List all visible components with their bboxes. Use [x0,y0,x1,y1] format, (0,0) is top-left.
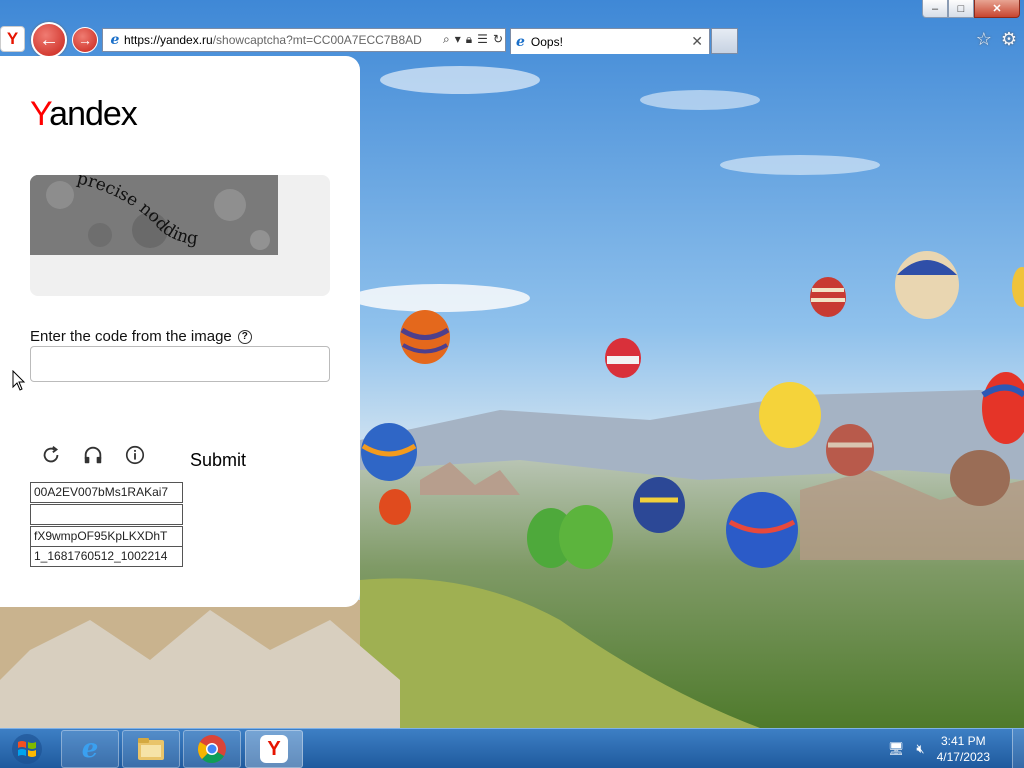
windows-taskbar: e Y 🖥︎ 🔇︎ 3:41 PM 4/17/2023 [0,728,1024,768]
minimize-button[interactable]: – [922,0,948,18]
volume-muted-icon[interactable]: 🔇︎ [916,741,924,757]
taskbar-internet-explorer[interactable]: e [61,730,119,768]
start-button[interactable] [4,731,50,767]
favorites-star-icon[interactable]: ☆ [976,29,992,50]
ie-page-icon: e [110,32,120,48]
clock-date: 4/17/2023 [936,750,990,764]
forward-button[interactable]: → [72,27,98,53]
captcha-container: precise nodding [30,175,330,296]
taskbar-yandex-browser[interactable]: Y [245,730,303,768]
hidden-token-field-3[interactable]: fX9wmpOF95KpLKXDhT [30,526,183,547]
browser-toolbar: Y ← → e https://yandex.ru/showcaptcha?mt… [0,0,1024,58]
maximize-button[interactable]: □ [948,0,974,18]
yandex-favicon-button[interactable]: Y [0,26,25,52]
taskbar-chrome[interactable] [183,730,241,768]
yandex-logo: Yandex [30,95,138,133]
clock[interactable]: 3:41 PM 4/17/2023 [937,733,990,765]
network-icon[interactable]: 🖥︎ [888,741,905,757]
taskbar-file-explorer[interactable] [122,730,180,768]
headphones-icon [84,446,102,464]
ie-tab-icon: e [516,33,525,50]
refresh-icon [43,446,59,463]
compatibility-view-icon[interactable]: ☰ [477,32,488,47]
toolbar-icons: ☆ ⚙ [976,29,1017,50]
yandex-browser-icon: Y [260,735,288,763]
captcha-card: Yandex precise nodding Enter the code fr… [0,56,360,607]
arrow-right-icon: → [78,32,92,48]
hidden-token-field-4[interactable]: 1_1681760512_1002214 [30,546,183,567]
system-tray: 🖥︎ 🔇︎ 3:41 PM 4/17/2023 [888,729,1024,768]
windows-logo-icon [12,734,42,764]
refresh-icon[interactable]: ↻ [493,32,503,47]
info-icon [125,445,145,465]
settings-gear-icon[interactable]: ⚙ [1001,29,1017,50]
dropdown-arrow-icon[interactable]: ▾ [455,32,461,47]
mouse-cursor-icon [12,370,26,391]
input-label: Enter the code from the image? [30,328,252,345]
hidden-token-field-2[interactable] [30,504,183,525]
search-icon[interactable]: ⌕ [443,32,450,47]
chrome-icon [198,735,226,764]
url-path: /showcaptcha?mt=CC00A7ECC7B8AD [212,33,422,47]
hidden-token-field-1[interactable]: 00A2EV007bMs1RAKai7 [30,482,183,503]
tab-title: Oops! [530,34,563,49]
submit-button[interactable]: Submit [190,450,246,471]
address-bar-actions: ⌕ ▾ 🔒︎ ☰ ↻ [440,32,503,47]
show-desktop-button[interactable] [1012,729,1024,768]
lock-icon[interactable]: 🔒︎ [466,32,472,47]
info-button[interactable] [123,443,147,467]
close-window-button[interactable]: ✕ [974,0,1020,18]
tab-oops[interactable]: e Oops! ✕ [510,28,710,54]
help-question-icon[interactable]: ? [237,330,252,344]
url-host: https://yandex.ru [124,33,213,47]
captcha-code-input[interactable] [30,346,330,382]
window-controls: – □ ✕ [922,0,1020,18]
clock-time: 3:41 PM [940,734,986,748]
arrow-left-icon: ← [39,28,59,51]
address-bar[interactable]: e https://yandex.ru/showcaptcha?mt=CC00A… [102,28,506,52]
back-button[interactable]: ← [31,22,67,58]
new-tab-button[interactable] [711,28,738,54]
captcha-image: precise nodding [30,175,278,255]
internet-explorer-icon: e [81,734,99,764]
audio-captcha-button[interactable] [81,443,105,467]
close-tab-icon[interactable]: ✕ [691,33,703,50]
refresh-captcha-button[interactable] [39,443,63,467]
folder-icon [138,738,164,760]
